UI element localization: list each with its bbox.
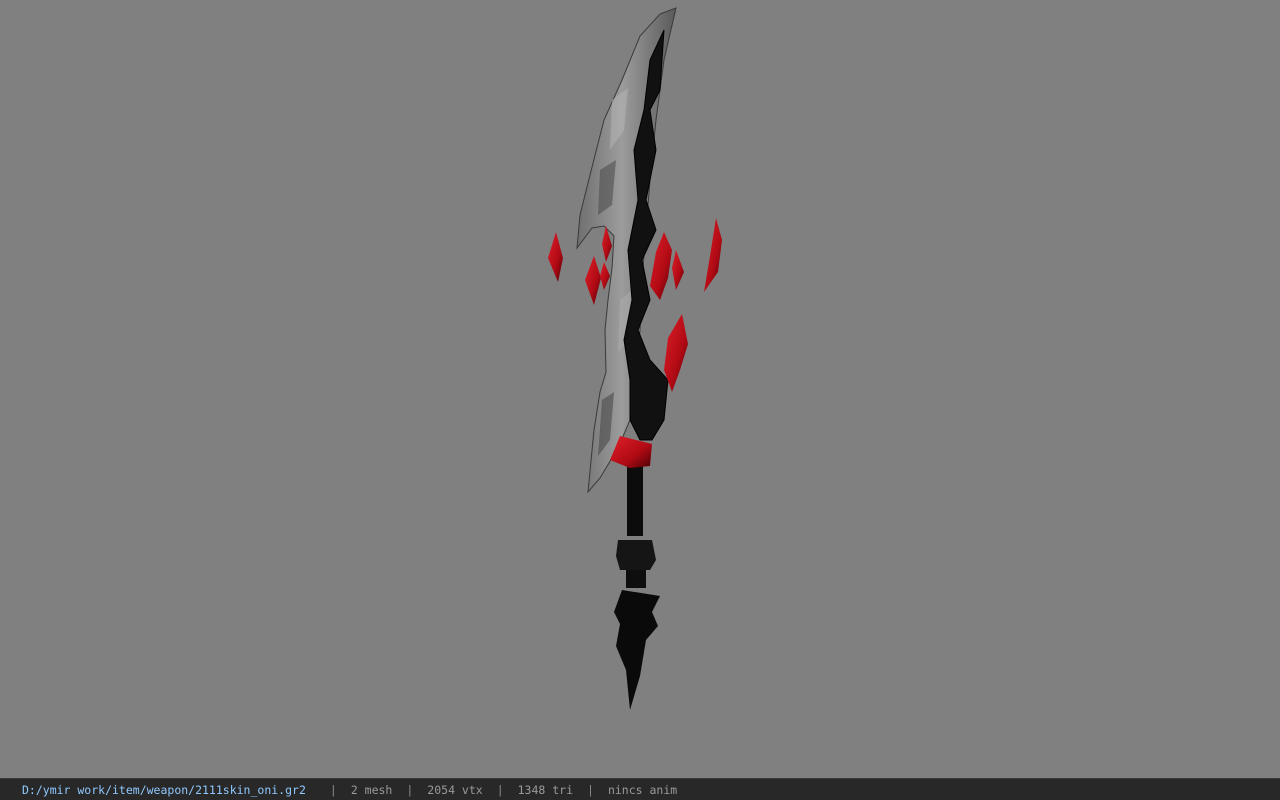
status-separator: | xyxy=(496,782,504,797)
status-bar: D:/ymir work/item/weapon/2111skin_oni.gr… xyxy=(0,778,1280,800)
status-separator: | xyxy=(587,782,594,797)
vertex-count: 2054 vtx xyxy=(427,782,483,797)
sword-3d-model[interactable] xyxy=(0,0,1280,778)
triangle-count: 1348 tri xyxy=(517,782,574,797)
3d-viewport[interactable] xyxy=(0,0,1280,778)
animation-status: nincs anim xyxy=(607,782,678,797)
mesh-count: 2 mesh xyxy=(350,782,393,797)
file-path: D:/ymir work/item/weapon/2111skin_oni.gr… xyxy=(22,782,306,797)
status-separator: | xyxy=(406,782,414,797)
status-separator: | xyxy=(329,782,337,797)
